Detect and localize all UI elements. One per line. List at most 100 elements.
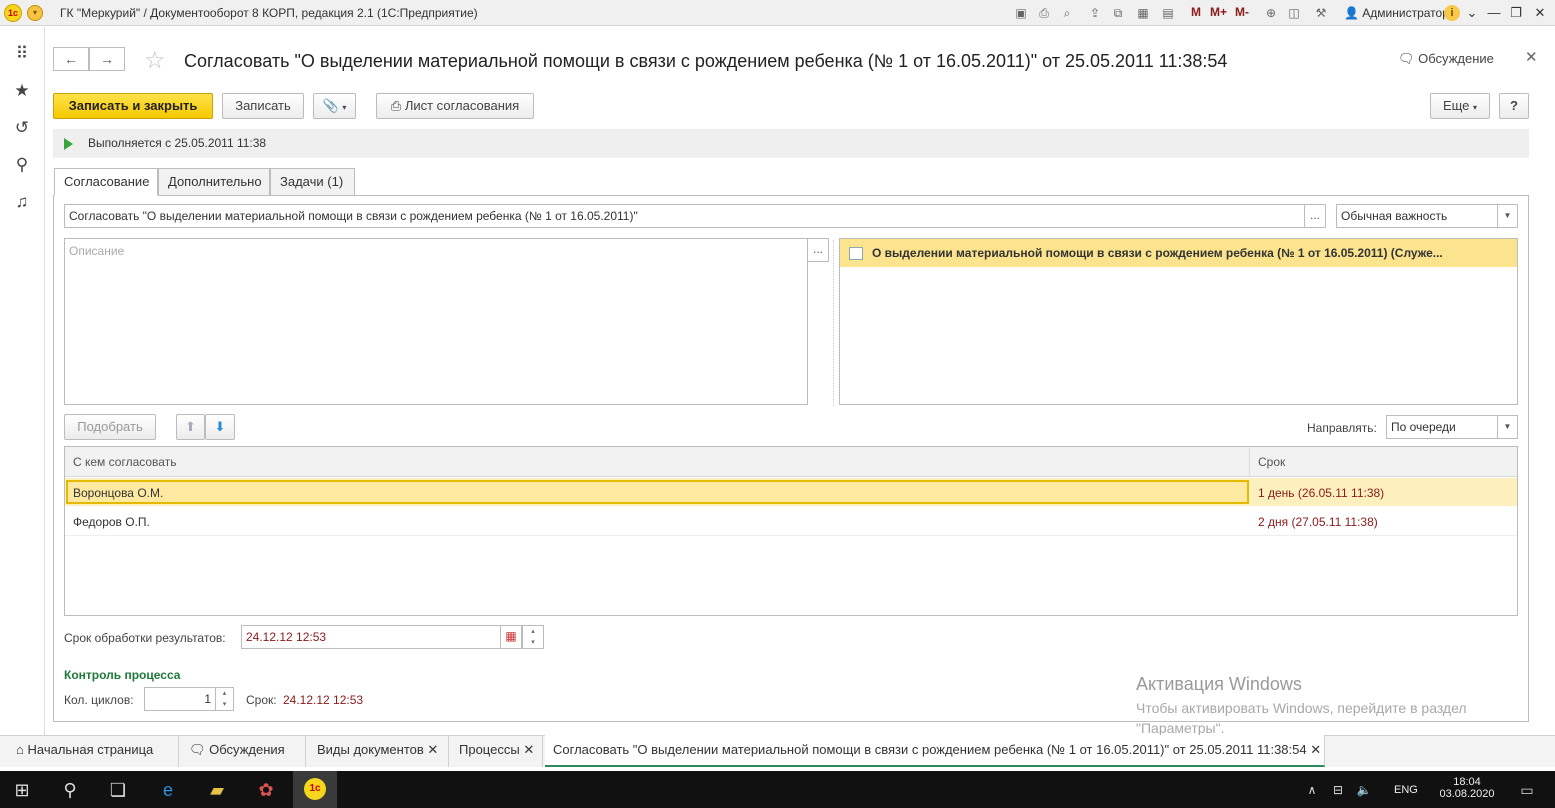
preview-icon[interactable]: ⌕ [1059, 5, 1075, 21]
activation-watermark-title: Активация Windows [1136, 674, 1302, 694]
direct-label: Направлять: [1307, 421, 1377, 435]
file-explorer-icon[interactable]: ▰ [205, 778, 229, 802]
dropdown-arrow-icon[interactable]: ▼ [1497, 205, 1517, 227]
task-view-icon[interactable]: ❏ [106, 778, 130, 802]
attach-files-button[interactable]: 📎 ▾ [313, 93, 356, 119]
internet-explorer-icon[interactable]: e [156, 778, 180, 802]
tools-icon[interactable]: ⚒ [1313, 5, 1329, 21]
copy-icon[interactable]: ⧉ [1110, 5, 1126, 21]
window-title-bar: 1с ▾ ГК "Меркурий" / Документооборот 8 К… [0, 0, 1555, 26]
input-language[interactable]: ENG [1394, 784, 1418, 796]
selected-cell[interactable] [66, 480, 1249, 504]
close-tab-icon[interactable]: ✕ [427, 742, 438, 757]
windows-start-icon[interactable]: ⊞ [10, 778, 34, 802]
bottom-tab-current[interactable]: Согласовать "О выделении материальной по… [545, 735, 1325, 767]
help-button[interactable]: ? [1499, 93, 1529, 119]
memory-button[interactable]: M [1191, 5, 1201, 19]
more-button[interactable]: Еще ▾ [1430, 93, 1490, 119]
dropdown-arrow-icon[interactable]: ▼ [1497, 416, 1517, 438]
notifications-icon[interactable]: ▭ [1515, 778, 1539, 802]
arrow-left-icon: ← [64, 51, 78, 67]
favorites-star-icon[interactable]: ★ [10, 79, 34, 103]
description-textarea[interactable]: Описание [64, 238, 808, 405]
1c-logo-icon[interactable]: 1с [4, 4, 22, 22]
left-navigation-rail: ⠿ ★ ↺ ⚲ ♫ [0, 27, 45, 735]
calendar-icon[interactable]: ▤ [1160, 5, 1176, 21]
app-icon[interactable]: ✿ [254, 778, 278, 802]
close-tab-icon[interactable]: ✕ [1310, 742, 1321, 757]
importance-value: Обычная важность [1341, 209, 1448, 223]
save-icon[interactable]: ▣ [1013, 5, 1029, 21]
dropdown-arrow-icon: ▾ [1473, 103, 1478, 112]
table-icon[interactable]: ▦ [1135, 5, 1151, 21]
deadline-spinner[interactable]: ▴ ▾ [522, 625, 544, 649]
subject-field[interactable]: Согласовать "О выделении материальной по… [64, 204, 1305, 228]
move-up-button[interactable]: ⬆ [176, 414, 205, 440]
main-menu-icon[interactable]: ▾ [27, 5, 43, 21]
link-icon[interactable]: ⇪ [1087, 5, 1103, 21]
status-text: Выполняется с 25.05.2011 11:38 [88, 136, 267, 150]
bottom-tab-processes[interactable]: Процессы ✕ [451, 735, 543, 767]
bottom-tab-label: Согласовать "О выделении материальной по… [553, 742, 1307, 757]
column-header-term[interactable]: Срок [1258, 455, 1285, 469]
discussion-label: Обсуждение [1418, 51, 1494, 66]
importance-select[interactable]: Обычная важность ▼ [1336, 204, 1518, 228]
tab-approval[interactable]: Согласование [54, 168, 158, 196]
attached-document-item[interactable]: О выделении материальной помощи в связи … [840, 239, 1517, 267]
bottom-tab-doc-types[interactable]: Виды документов ✕ [309, 735, 449, 767]
direct-select[interactable]: По очереди ▼ [1386, 415, 1518, 439]
1c-app-icon: 1с [304, 778, 326, 800]
move-down-button[interactable]: ⬇ [205, 414, 235, 440]
tab-tasks[interactable]: Задачи (1) [270, 168, 355, 196]
chevron-down-icon[interactable]: ⌄ [1462, 4, 1482, 22]
approval-sheet-button[interactable]: ⎙ Лист согласования [376, 93, 534, 119]
tray-chevron-up-icon[interactable]: ∧ [1300, 778, 1324, 802]
zoom-icon[interactable]: ⊕ [1263, 5, 1279, 21]
save-and-close-button[interactable]: Записать и закрыть [53, 93, 213, 119]
discussion-button[interactable]: 🗨 Обсуждение [1398, 51, 1494, 67]
clock-time: 18:04 [1453, 776, 1481, 788]
splitter[interactable] [833, 240, 834, 406]
pick-button[interactable]: Подобрать [64, 414, 156, 440]
user-name: Администратор [1362, 6, 1449, 20]
calendar-icon[interactable]: ▦ [500, 625, 522, 649]
current-user[interactable]: 👤 Администратор [1344, 6, 1449, 20]
history-icon[interactable]: ↺ [10, 116, 34, 140]
bottom-tab-discussions[interactable]: 🗨 Обсуждения [181, 735, 306, 767]
results-deadline-input[interactable]: 24.12.12 12:53 [241, 625, 503, 649]
cycles-input[interactable]: 1 [144, 687, 216, 711]
clock[interactable]: 18:04 03.08.2020 [1437, 776, 1497, 800]
minimize-button[interactable]: — [1484, 4, 1504, 22]
save-button[interactable]: Записать [222, 93, 304, 119]
network-icon[interactable]: ⊟ [1326, 778, 1350, 802]
cycles-spinner[interactable]: ▴ ▾ [216, 687, 234, 711]
close-form-button[interactable]: ✕ [1525, 48, 1538, 66]
memory-plus-button[interactable]: M+ [1210, 5, 1227, 19]
subject-select-button[interactable]: ... [1304, 204, 1326, 228]
forward-button[interactable]: → [89, 47, 125, 71]
bottom-tab-home[interactable]: ⌂ Начальная страница [8, 735, 179, 767]
close-window-button[interactable]: ✕ [1530, 4, 1550, 22]
panel-icon[interactable]: ◫ [1286, 5, 1302, 21]
row-term: 2 дня (27.05.11 11:38) [1258, 515, 1378, 529]
back-button[interactable]: ← [53, 47, 89, 71]
print-icon[interactable]: ⎙ [1036, 5, 1052, 21]
bottom-tab-label: Обсуждения [209, 742, 285, 757]
close-tab-icon[interactable]: ✕ [523, 742, 534, 757]
search-icon[interactable]: ⚲ [58, 778, 82, 802]
description-open-button[interactable]: ... [807, 238, 829, 262]
info-icon[interactable]: i [1444, 5, 1460, 21]
column-header-who[interactable]: С кем согласовать [73, 455, 176, 469]
bottom-tab-label: Процессы [459, 742, 520, 757]
apps-grid-icon[interactable]: ⠿ [10, 42, 34, 66]
search-icon[interactable]: ⚲ [10, 153, 34, 177]
tab-additional[interactable]: Дополнительно [158, 168, 270, 196]
column-divider [1249, 448, 1250, 477]
volume-icon[interactable]: 🔈 [1352, 778, 1376, 802]
play-icon [64, 138, 73, 150]
bell-icon[interactable]: ♫ [10, 190, 34, 214]
memory-minus-button[interactable]: M- [1235, 5, 1249, 19]
restore-button[interactable]: ❐ [1506, 4, 1526, 22]
favorite-star-icon[interactable]: ☆ [144, 46, 166, 75]
activation-watermark-text: Чтобы активировать Windows, перейдите в … [1136, 700, 1467, 736]
